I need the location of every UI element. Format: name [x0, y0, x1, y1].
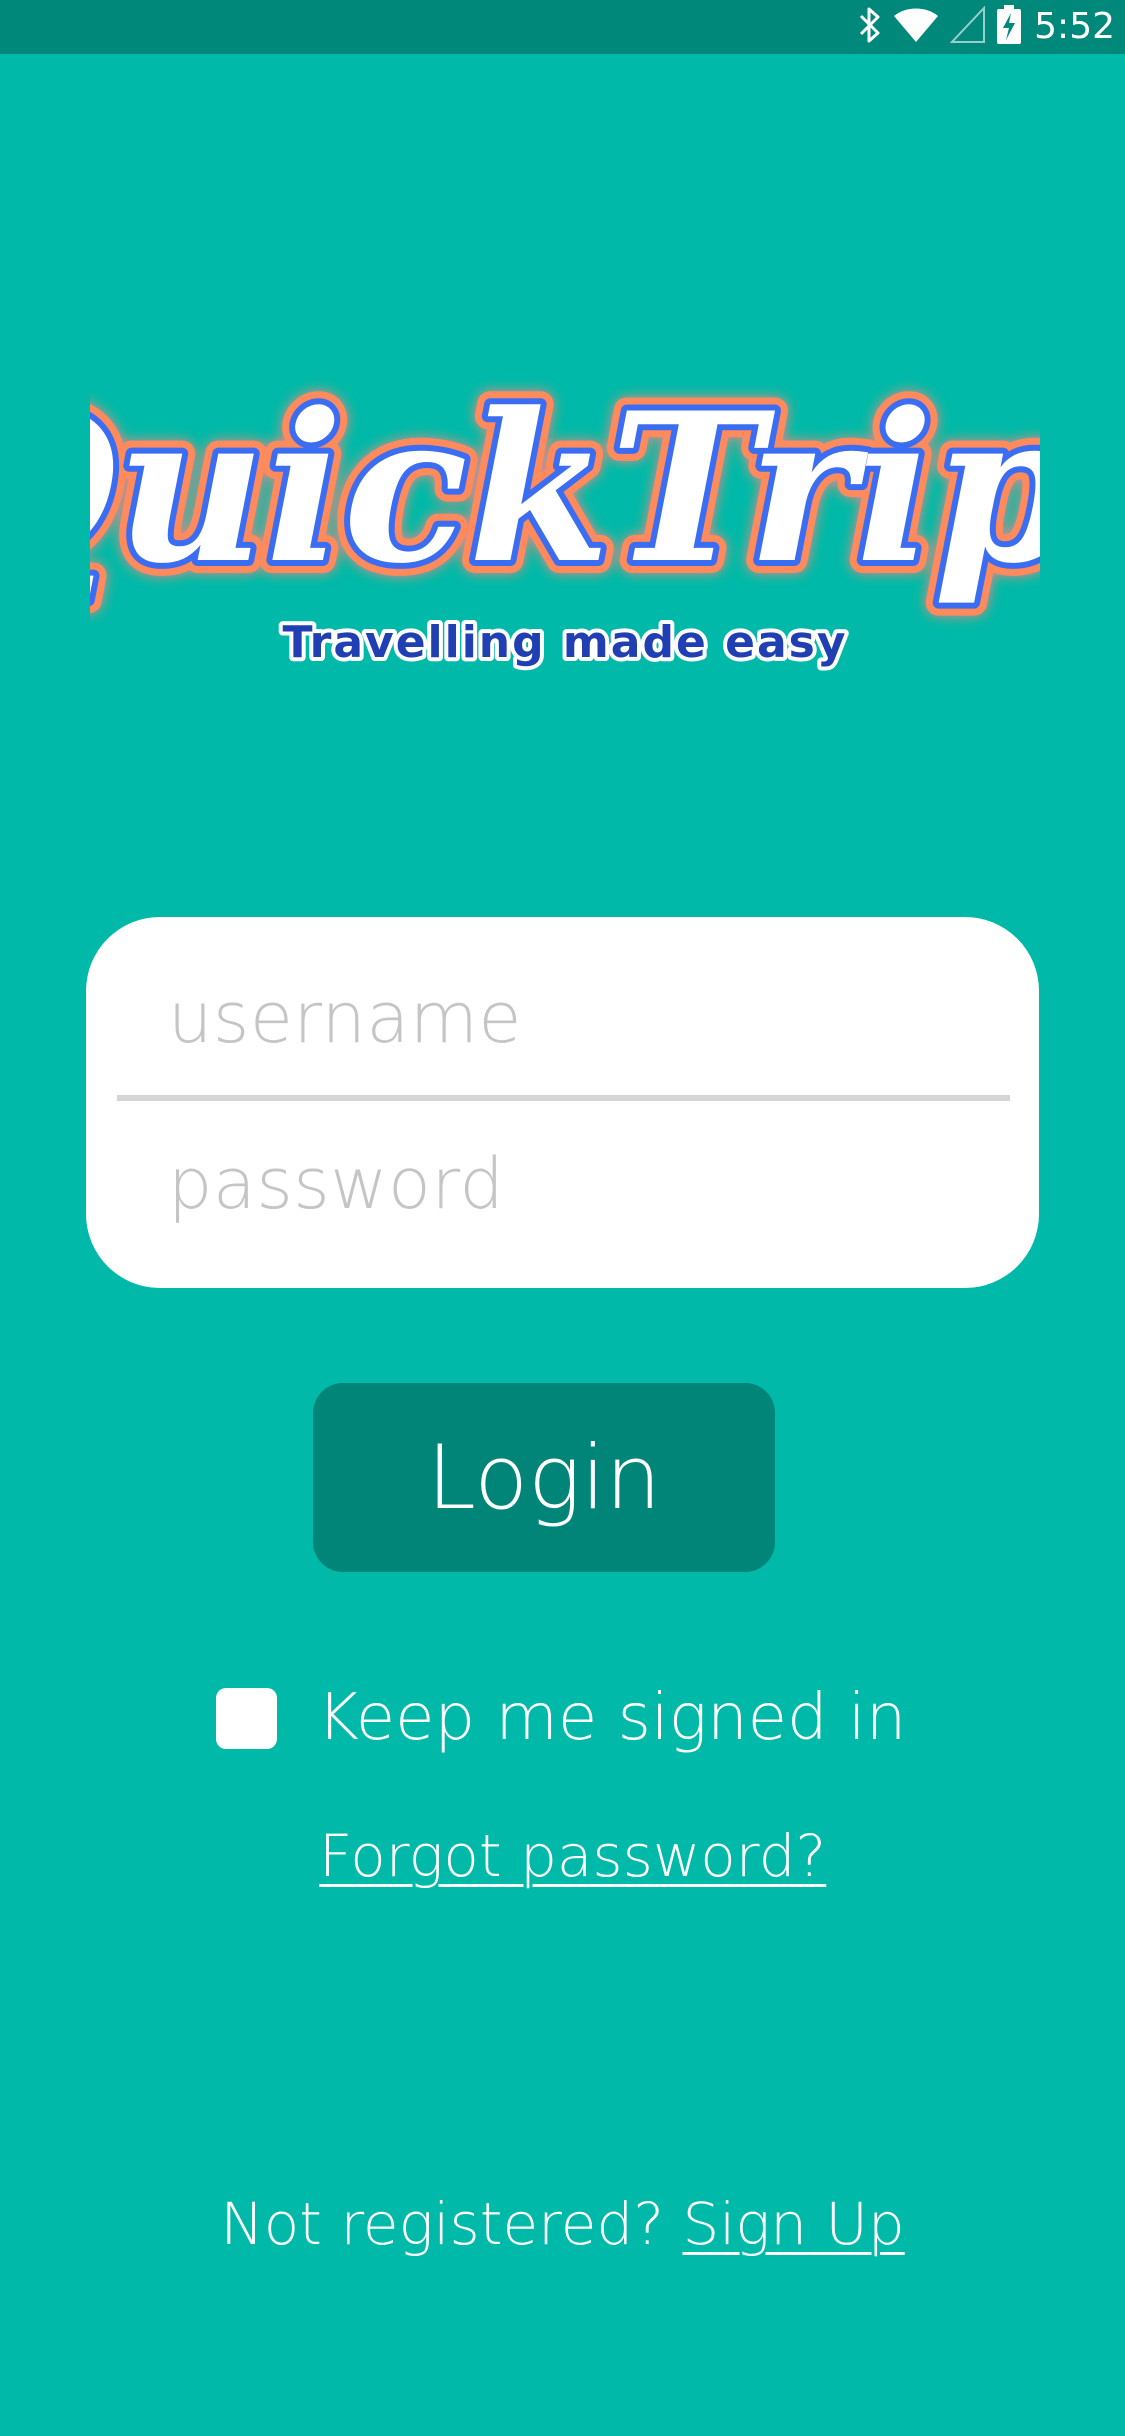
logo-text: QuickTrips — [90, 369, 1040, 609]
username-input[interactable] — [168, 963, 968, 1073]
forgot-password-link[interactable]: Forgot password? — [319, 1822, 826, 1890]
wifi-icon — [892, 6, 940, 48]
keep-signed-in-checkbox[interactable] — [216, 1687, 277, 1749]
status-time: 5:52 — [1034, 6, 1115, 47]
tagline: Travelling made easy — [282, 617, 847, 668]
cellular-signal-icon — [949, 5, 986, 48]
login-button[interactable]: Login — [313, 1383, 775, 1572]
password-input[interactable] — [168, 1129, 968, 1239]
input-divider — [117, 1095, 1010, 1101]
bluetooth-icon — [858, 6, 882, 48]
keep-signed-in-label[interactable]: Keep me signed in — [317, 1681, 906, 1755]
not-registered-text: Not registered? — [220, 2190, 683, 2258]
keep-signed-in-row[interactable]: Keep me signed in — [216, 1678, 906, 1758]
status-icons: 5:52 — [858, 4, 1115, 50]
quicktrips-logo: QuickTrips QuickTrips QuickTrips Travell… — [0, 335, 1125, 695]
signup-row: Not registered? Sign Up — [0, 2190, 1125, 2258]
battery-charging-icon — [996, 5, 1022, 49]
status-bar: 5:52 — [0, 0, 1125, 54]
sign-up-link[interactable]: Sign Up — [682, 2190, 904, 2258]
